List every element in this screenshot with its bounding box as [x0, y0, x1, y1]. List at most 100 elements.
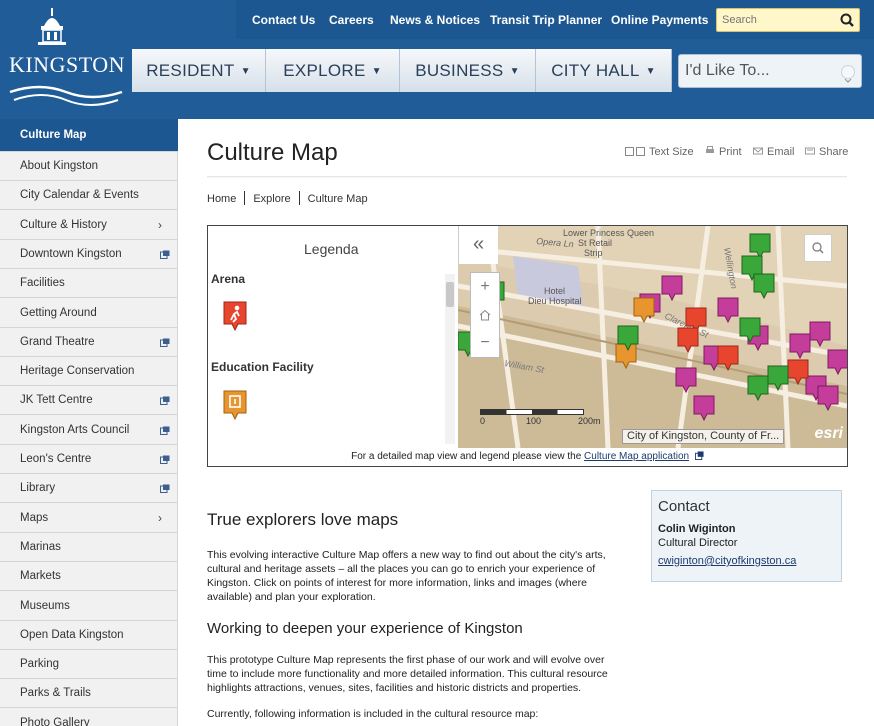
share-icon — [805, 147, 815, 155]
sidebar-item-maps[interactable]: Maps › — [0, 504, 178, 533]
breadcrumb-explore[interactable]: Explore — [253, 193, 290, 205]
heading-deepen-experience: Working to deepen your experience of Kin… — [207, 620, 523, 637]
nav-city-hall[interactable]: CITY HALL ▼ — [536, 49, 672, 92]
external-link-icon — [160, 250, 170, 259]
legend-scrollbar[interactable] — [445, 274, 455, 444]
map-canvas[interactable]: Lower Princess Queen St Retail Strip Ope… — [458, 226, 847, 448]
sidebar-item-label: Open Data Kingston — [20, 628, 124, 641]
caret-down-icon: ▼ — [371, 66, 382, 77]
sidebar-item-label: Photo Gallery — [20, 716, 90, 726]
sidebar-item-label: About Kingston — [20, 160, 99, 172]
sidebar-item-heritage-conservation[interactable]: Heritage Conservation — [0, 357, 178, 387]
sidebar-item-leon-s-centre[interactable]: Leon's Centre — [0, 445, 178, 474]
sidebar-item-library[interactable]: Library — [0, 474, 178, 504]
sidebar-item-label: City Calendar & Events — [20, 189, 139, 202]
utility-link-transit-trip-planner[interactable]: Transit Trip Planner — [490, 13, 602, 27]
external-link-icon — [160, 338, 170, 347]
contact-name: Colin Wiginton — [658, 523, 736, 535]
search-icon[interactable] — [839, 12, 855, 28]
park-markers[interactable] — [458, 233, 789, 401]
sidebar-item-getting-around[interactable]: Getting Around — [0, 299, 178, 328]
nav-explore[interactable]: EXPLORE ▼ — [266, 49, 400, 92]
external-link-icon — [694, 451, 704, 460]
utility-link-news-notices[interactable]: News & Notices — [390, 13, 480, 27]
print-icon — [706, 146, 714, 153]
breadcrumb-home[interactable]: Home — [207, 193, 236, 205]
sidebar-item-label: JK Tett Centre — [20, 394, 93, 407]
nav-business[interactable]: BUSINESS ▼ — [400, 49, 536, 92]
arena-marker-icon — [223, 301, 247, 332]
sidebar-item-kingston-arts-council[interactable]: Kingston Arts Council — [0, 416, 178, 445]
scale-label-0: 0 — [480, 416, 486, 426]
sidebar-item-label: Marinas — [20, 540, 61, 553]
email-tool[interactable]: Email — [753, 146, 795, 158]
sidebar-item-photo-gallery[interactable]: Photo Gallery — [0, 709, 178, 726]
share-label: Share — [819, 146, 849, 158]
sidebar-item-facilities[interactable]: Facilities — [0, 269, 178, 299]
city-logo[interactable]: KINGSTON — [0, 0, 132, 119]
external-link-icon — [160, 396, 170, 406]
legend-label-education-facility: Education Facility — [211, 360, 314, 374]
sidebar-item-label: Grand Theatre — [20, 335, 95, 348]
sidebar-item-label: Kingston Arts Council — [20, 423, 130, 436]
text-size-tool[interactable]: Text Size — [625, 146, 694, 158]
sidebar-item-about-kingston[interactable]: About Kingston — [0, 152, 178, 181]
sidebar-item-downtown-kingston[interactable]: Downtown Kingston — [0, 240, 178, 269]
sidebar-item-label: Library — [20, 482, 56, 495]
education-marker-icon — [223, 390, 247, 421]
contact-role: Cultural Director — [658, 537, 738, 549]
sidebar-item-city-calendar-events[interactable]: City Calendar & Events — [0, 181, 178, 211]
nav-resident[interactable]: RESIDENT ▼ — [132, 49, 266, 92]
sidebar-item-label: Markets — [20, 570, 61, 583]
chevron-right-icon: › — [158, 217, 162, 232]
page-title: Culture Map — [207, 139, 338, 166]
sidebar-item-culture-history[interactable]: Culture & History › — [0, 211, 178, 240]
site-search — [716, 8, 860, 32]
sidebar-item-grand-theatre[interactable]: Grand Theatre — [0, 328, 178, 357]
home-extent-button[interactable] — [471, 301, 499, 329]
sidebar-item-jk-tett-centre[interactable]: JK Tett Centre — [0, 386, 178, 416]
sidebar-item-label: Museums — [20, 599, 70, 612]
heritage-markers[interactable] — [639, 275, 847, 421]
culture-map-app-link[interactable]: Culture Map application — [584, 451, 689, 462]
print-label: Print — [719, 146, 742, 158]
scale-label-100: 100 — [526, 416, 542, 426]
zoom-in-button[interactable]: + — [471, 273, 499, 301]
print-tool[interactable]: Print — [705, 146, 742, 158]
sidebar-item-marinas[interactable]: Marinas — [0, 533, 178, 562]
search-input[interactable] — [722, 12, 832, 28]
legend-scroll-thumb[interactable] — [446, 282, 454, 307]
heading-true-explorers: True explorers love maps — [207, 510, 399, 529]
utility-link-online-payments[interactable]: Online Payments — [611, 13, 708, 27]
email-icon — [753, 147, 763, 155]
caret-down-icon: ▼ — [645, 66, 656, 77]
caret-down-icon: ▼ — [509, 66, 520, 77]
like-to-dropdown[interactable]: I'd Like To... — [678, 54, 862, 88]
site-header: KINGSTON Contact Us Careers News & Notic… — [0, 0, 874, 119]
sidebar-item-label: Culture Map — [20, 129, 87, 141]
sidebar-item-open-data-kingston[interactable]: Open Data Kingston — [0, 621, 178, 650]
share-tool[interactable]: Share — [805, 146, 848, 158]
sidebar-item-museums[interactable]: Museums — [0, 592, 178, 621]
sidebar: Culture Map About Kingston City Calendar &… — [0, 119, 178, 726]
nav-label: CITY HALL — [551, 61, 640, 80]
utility-link-contact-us[interactable]: Contact Us — [252, 13, 315, 27]
zoom-out-button[interactable]: − — [471, 329, 499, 357]
breadcrumb: Home Explore Culture Map — [207, 191, 368, 205]
map-search-button[interactable] — [804, 234, 832, 262]
intro-paragraph: This evolving interactive Culture Map of… — [207, 549, 606, 603]
nav-label: BUSINESS — [415, 61, 504, 80]
breadcrumb-separator — [244, 191, 246, 205]
collapse-legend-button[interactable]: « — [458, 226, 498, 264]
legend-title: Legenda — [304, 241, 359, 257]
sidebar-item-parks-trails[interactable]: Parks & Trails — [0, 679, 178, 709]
sidebar-item-parking[interactable]: Parking — [0, 650, 178, 680]
contact-email-link[interactable]: cwiginton@cityofkingston.ca — [658, 555, 835, 567]
double-chevron-left-icon: « — [472, 233, 485, 255]
utility-link-careers[interactable]: Careers — [329, 13, 374, 27]
contact-box: Contact Colin Wiginton Cultural Director… — [651, 490, 842, 582]
chevron-right-icon: › — [158, 510, 162, 525]
map-attribution[interactable]: City of Kingston, County of Fr... — [622, 429, 785, 444]
sidebar-item-culture-map[interactable]: Culture Map — [0, 119, 178, 152]
sidebar-item-markets[interactable]: Markets — [0, 562, 178, 592]
